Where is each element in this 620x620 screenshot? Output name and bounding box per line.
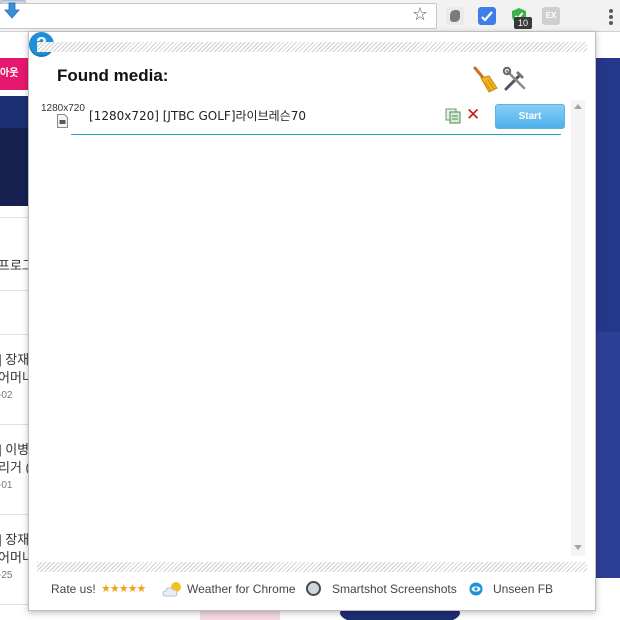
background-text: 프로그 (0, 258, 28, 273)
background-text: ] 장재 (0, 532, 28, 547)
start-download-button[interactable]: Start (495, 104, 565, 129)
background-page-right (596, 32, 620, 620)
gray-extension-icon[interactable]: EX (542, 7, 560, 25)
extension-badge-count: 10 (514, 17, 532, 29)
weather-for-chrome-link[interactable]: Weather for Chrome (187, 581, 296, 597)
media-row: 1280x720 [1280x720] [JTBC GOLF]라이브레슨70 ✕… (39, 100, 565, 136)
browser-menu-icon[interactable] (609, 9, 613, 25)
divider (0, 514, 28, 515)
video-downloader-popup: Found media: ? 1280x720 [1280x720] [JTBC… (28, 31, 596, 611)
smartshot-icon (306, 581, 321, 596)
rate-us-link[interactable]: Rate us! (51, 581, 96, 597)
divider (0, 217, 28, 218)
background-text: 어머니 (0, 370, 28, 385)
copy-link-icon[interactable] (445, 108, 461, 124)
unseen-fb-link[interactable]: Unseen FB (493, 581, 553, 597)
divider (0, 290, 28, 291)
background-text: ] 장재 (0, 352, 28, 367)
delete-icon[interactable]: ✕ (466, 107, 480, 124)
video-file-icon (57, 114, 68, 128)
background-blue-panel-lower (596, 332, 620, 578)
divider (0, 604, 28, 605)
background-date: -02 (0, 390, 13, 401)
background-text: 어머니 (0, 550, 28, 565)
evernote-extension-icon[interactable] (446, 7, 464, 25)
media-title: [1280x720] [JTBC GOLF]라이브레슨70 (89, 109, 306, 123)
eye-icon (468, 582, 484, 600)
address-bar[interactable] (0, 3, 437, 29)
bookmark-star-icon[interactable]: ☆ (412, 5, 428, 25)
media-resolution: 1280x720 (41, 103, 85, 114)
background-page-left: 아웃 프로그 ] 장재 어머니 -02 ] 이병 리거 ( -01 ] 장재 어… (0, 32, 28, 620)
background-date: -01 (0, 480, 13, 491)
background-text: 리거 ( (0, 460, 28, 475)
divider (0, 334, 28, 335)
background-date: -25 (0, 570, 13, 581)
scroll-up-arrow-icon[interactable] (574, 104, 582, 109)
divider (0, 424, 28, 425)
popup-header-hatch (37, 42, 587, 52)
tools-icon[interactable] (501, 66, 529, 99)
checklist-extension-icon[interactable] (478, 7, 496, 25)
browser-toolbar: ☆ 10 EX (0, 0, 620, 32)
scroll-down-arrow-icon[interactable] (574, 545, 582, 550)
row-divider (71, 134, 561, 135)
weather-icon (162, 581, 184, 601)
popup-title: Found media: (57, 66, 169, 85)
smartshot-screenshots-link[interactable]: Smartshot Screenshots (332, 581, 457, 597)
popup-footer-hatch (37, 562, 587, 572)
media-list: 1280x720 [1280x720] [JTBC GOLF]라이브레슨70 ✕… (29, 100, 595, 556)
popup-footer: Rate us! ★★★★★ Weather for Chrome Smarts… (51, 581, 591, 601)
background-navy-band-dark (0, 128, 28, 206)
background-pink-tab: 아웃 (0, 58, 28, 90)
broom-icon[interactable] (471, 66, 499, 99)
background-text: ] 이병 (0, 442, 28, 457)
rating-stars[interactable]: ★★★★★ (101, 581, 146, 597)
scrollbar[interactable] (571, 100, 585, 556)
